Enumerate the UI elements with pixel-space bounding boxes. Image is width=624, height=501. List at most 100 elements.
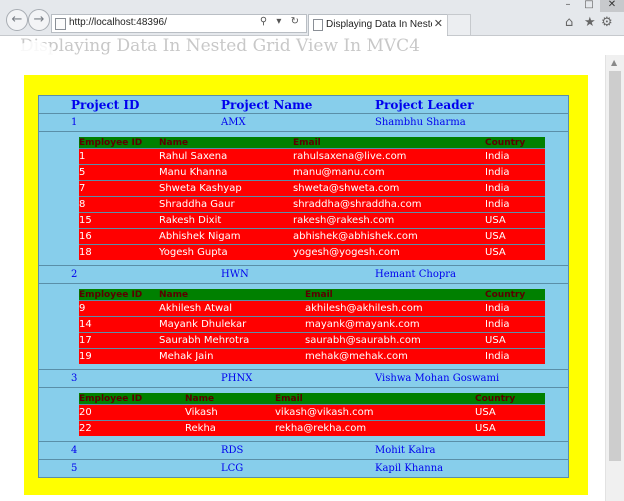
employee-cell: 1 [79,148,159,165]
tab-page-icon [313,19,323,31]
employee-cell: rekha@rekha.com [275,420,475,436]
favorites-star-icon[interactable]: ★ [584,15,596,30]
employee-cell: mehak@mehak.com [305,348,485,364]
employee-cell: 22 [79,420,185,436]
employees-grid-header: Employee ID Name Email Country [79,393,545,405]
logo-circle [14,41,54,69]
nested-grid-wrapper: Employee ID Name Email Country 9 Akhilesh Atw… [39,284,568,369]
maximize-button[interactable]: □ [580,0,598,12]
employee-cell: Saurabh Mehrotra [159,332,305,349]
project-leader: Mohit Kalra [375,441,569,460]
column-header: Project Leader [375,97,474,112]
project-leader: Kapil Khanna [375,459,569,478]
employee-row: 8 Shraddha Gaur shraddha@shraddha.com India [79,196,545,213]
project-id: 1 [38,113,221,132]
employee-column-header: Country [475,393,545,405]
employee-cell: 9 [79,300,159,317]
employee-row: 5 Manu Khanna manu@manu.com India [79,164,545,181]
tab-active[interactable]: Displaying Data In Nested G... ✕ [308,14,448,36]
employee-row: 17 Saurabh Mehrotra saurabh@saurabh.com USA [79,332,545,349]
employee-cell: USA [475,420,545,436]
employee-cell: Vikash [185,404,275,421]
employee-cell: Shweta Kashyap [159,180,293,197]
employee-column-header: Email [275,393,475,405]
employee-cell: Rakesh Dixit [159,212,293,229]
minimize-button[interactable]: – [559,0,577,12]
employee-column-header: Country [485,137,545,149]
employee-cell: USA [475,404,545,421]
home-icon[interactable]: ⌂ [565,15,573,30]
address-bar[interactable]: http://localhost:48396/ ⚲ ▾ ↻ [51,14,307,33]
employee-cell: India [485,348,545,364]
employee-cell: India [485,164,545,181]
employee-cell: 17 [79,332,159,349]
employee-cell: akhilesh@akhilesh.com [305,300,485,317]
employee-column-header: Employee ID [79,137,159,149]
employee-cell: 19 [79,348,159,364]
employee-cell: 16 [79,228,159,245]
employee-cell: Shraddha Gaur [159,196,293,213]
employee-cell: USA [485,332,545,349]
nested-grid-row: Employee ID Name Email Country 9 Akhilesh Atw… [38,283,569,370]
nested-grid-wrapper: Employee ID Name Email Country 20 Vikash vikas… [39,388,568,441]
employee-cell: Mayank Dhulekar [159,316,305,333]
employee-row: 14 Mayank Dhulekar mayank@mayank.com India [79,316,545,333]
project-id: 3 [38,369,221,388]
scroll-up-arrow-icon[interactable]: ▲ [611,58,617,67]
tab-close-icon[interactable]: ✕ [434,17,443,30]
nested-grid-cell: Employee ID Name Email Country 1 Rahul Saxena… [38,131,569,266]
employee-cell: yogesh@yogesh.com [293,244,485,260]
employees-grid: Employee ID Name Email Country 9 Akhilesh Atw… [79,289,545,364]
vertical-scrollbar[interactable]: ▲ [605,55,624,501]
search-refresh-icons[interactable]: ⚲ ▾ ↻ [260,16,302,27]
back-button[interactable]: ← [6,9,28,31]
employee-column-header: Name [185,393,275,405]
new-tab-button[interactable] [447,14,471,35]
employee-cell: Mehak Jain [159,348,305,364]
project-name: AMX [221,113,375,132]
employee-column-header: Email [305,289,485,301]
employee-column-header: Country [485,289,545,301]
scrollbar-thumb[interactable] [609,71,621,461]
employee-cell: saurabh@saurabh.com [305,332,485,349]
project-row: 4 RDS Mohit Kalra [38,441,569,460]
employee-row: 22 Rekha rekha@rekha.com USA [79,420,545,436]
employee-cell: 20 [79,404,185,421]
employee-cell: shweta@shweta.com [293,180,485,197]
close-window-button[interactable]: ✕ [600,0,624,12]
employee-row: 15 Rakesh Dixit rakesh@rakesh.com USA [79,212,545,229]
projects-grid: Project ID Project Name Project Leader 1 AMX… [38,95,569,478]
employee-column-header: Employee ID [79,393,185,405]
url-text[interactable]: http://localhost:48396/ [69,17,167,28]
employee-cell: 18 [79,244,159,260]
employee-cell: rakesh@rakesh.com [293,212,485,229]
employee-cell: India [485,300,545,317]
employee-row: 7 Shweta Kashyap shweta@shweta.com India [79,180,545,197]
employee-cell: 8 [79,196,159,213]
employee-cell: India [485,148,545,165]
employee-cell: Yogesh Gupta [159,244,293,260]
nested-grid-row: Employee ID Name Email Country 20 Vikash vikas… [38,387,569,442]
employee-row: 19 Mehak Jain mehak@mehak.com India [79,348,545,364]
project-name: RDS [221,441,375,460]
column-header: Project Name [221,97,313,112]
employee-cell: 5 [79,164,159,181]
employee-cell: vikash@vikash.com [275,404,475,421]
gear-icon[interactable]: ⚙ [601,15,613,30]
employee-row: 1 Rahul Saxena rahulsaxena@live.com India [79,148,545,165]
employee-cell: Akhilesh Atwal [159,300,305,317]
employee-cell: Rekha [185,420,275,436]
nested-grid-row: Employee ID Name Email Country 1 Rahul Saxena… [38,131,569,266]
project-row: 3 PHNX Vishwa Mohan Goswami [38,369,569,388]
forward-button[interactable]: → [28,9,50,31]
employee-cell: Rahul Saxena [159,148,293,165]
project-name: HWN [221,265,375,284]
employee-column-header: Employee ID [79,289,159,301]
employees-grid-header: Employee ID Name Email Country [79,137,545,149]
employee-cell: India [485,316,545,333]
employee-cell: rahulsaxena@live.com [293,148,485,165]
project-row: 5 LCG Kapil Khanna [38,459,569,478]
project-id: 5 [38,459,221,478]
employees-grid: Employee ID Name Email Country 1 Rahul Saxena… [79,137,545,260]
employee-cell: 15 [79,212,159,229]
